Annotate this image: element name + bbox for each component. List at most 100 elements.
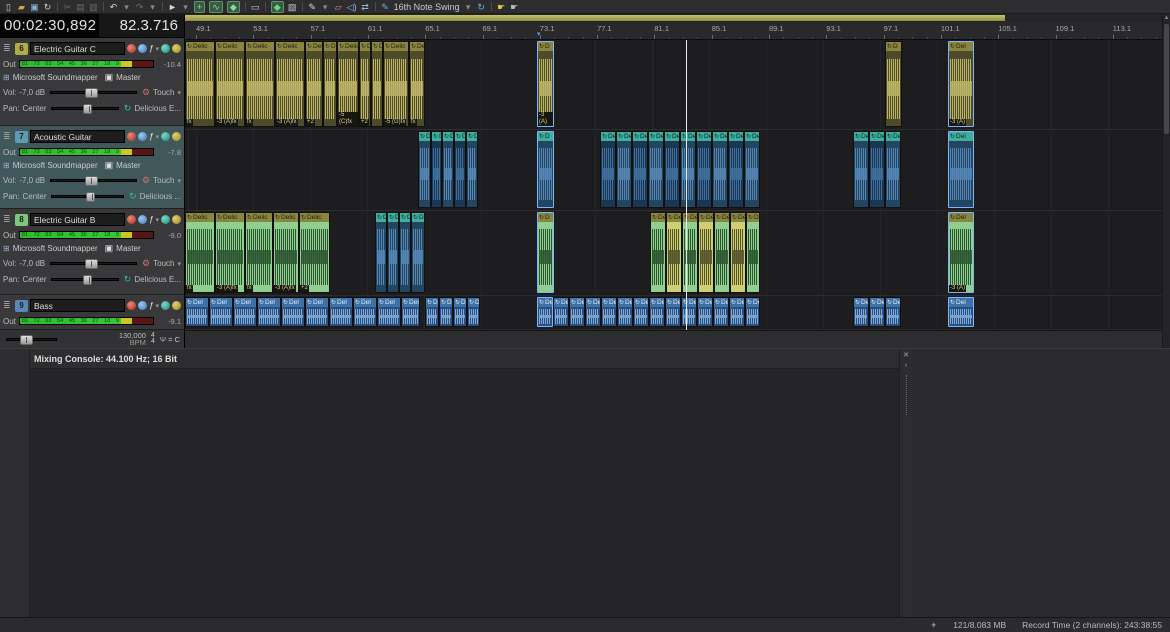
open-folder-icon[interactable]: ▰ xyxy=(17,1,26,13)
track-menu-icon[interactable]: ≣ xyxy=(3,300,13,311)
track-fx-chain-icon[interactable]: ↻ xyxy=(124,103,132,114)
pan-value[interactable]: Center xyxy=(22,275,46,284)
phase-icon[interactable] xyxy=(172,132,181,141)
audio-clip[interactable]: ↻Delic-3 (A)fx xyxy=(273,212,299,293)
redo-icon[interactable]: ↷ xyxy=(135,1,144,13)
audio-clip[interactable]: ↻Delic-5 (C)fx xyxy=(337,41,359,127)
audio-clip[interactable]: ↻De xyxy=(869,297,885,327)
audio-clip[interactable]: ↻Del xyxy=(233,297,257,327)
audio-clip[interactable]: ↻De xyxy=(729,297,745,327)
audio-clip[interactable]: ↻Delic-3 (A)fx xyxy=(215,212,245,293)
audio-clip[interactable]: ↻De xyxy=(696,131,712,208)
audio-clip[interactable]: ↻De xyxy=(569,297,585,327)
audio-clip[interactable]: ↻De xyxy=(632,131,648,208)
audio-clip[interactable]: ↻De xyxy=(713,297,729,327)
audio-clip[interactable]: ↻De xyxy=(853,297,869,327)
record-arm-icon[interactable] xyxy=(127,301,136,310)
loop-region-bar[interactable] xyxy=(185,14,1162,22)
automation-mode[interactable]: Touch xyxy=(153,176,174,185)
audio-clip[interactable]: ↻De xyxy=(439,297,453,327)
automation-gear-icon[interactable]: ⚙ xyxy=(142,87,150,98)
collapse-icon[interactable]: ‹ xyxy=(905,362,907,369)
bus-name[interactable]: Master xyxy=(116,244,140,253)
audio-clip[interactable]: ↻De xyxy=(682,212,698,293)
mute-icon[interactable] xyxy=(138,44,147,53)
audio-clip[interactable]: ↻Delic-3 (A)fx xyxy=(275,41,305,127)
audio-clip[interactable]: ↻De xyxy=(885,131,901,208)
audio-clip[interactable]: ↻D xyxy=(537,212,554,293)
audio-clip[interactable]: ↻Delicfx xyxy=(245,212,273,293)
phase-icon[interactable] xyxy=(172,215,181,224)
audio-clip[interactable]: ↻Del xyxy=(377,297,401,327)
audio-clip[interactable]: ↻De xyxy=(453,297,467,327)
audio-clip[interactable]: ↻De xyxy=(633,297,649,327)
audio-clip[interactable]: ↻De xyxy=(712,131,728,208)
audio-clip[interactable]: ↻D xyxy=(431,131,442,208)
undo-icon[interactable]: ↶ xyxy=(109,1,118,13)
pan-slider[interactable] xyxy=(51,278,118,281)
loop-region-fill[interactable] xyxy=(185,15,1005,21)
track-fx-icon[interactable]: ƒ xyxy=(149,132,153,141)
pencil-caret-icon[interactable]: ▾ xyxy=(321,1,330,13)
audio-clip[interactable]: ↻De xyxy=(681,297,697,327)
pan-scope-icon[interactable] xyxy=(161,215,170,224)
audio-clip[interactable]: ↻Del xyxy=(418,131,431,208)
save-icon[interactable]: ▣ xyxy=(30,1,39,13)
audio-clip[interactable]: ↻De xyxy=(666,212,682,293)
audio-clip[interactable]: ↻De xyxy=(885,297,901,327)
close-icon[interactable]: ✕ xyxy=(903,351,909,359)
speaker-tool-icon[interactable]: ◁) xyxy=(347,1,357,13)
groove-pool-icon[interactable]: ↻ xyxy=(477,1,486,13)
timeline-ruler[interactable]: 49.153.157.161.165.169.173.177.181.185.1… xyxy=(185,22,1162,40)
scrollbar-handle[interactable] xyxy=(1164,24,1169,134)
pan-handle[interactable] xyxy=(83,104,92,114)
audio-clip[interactable]: ↻D xyxy=(371,41,383,127)
audio-clip[interactable]: ↻De xyxy=(649,297,665,327)
device-name[interactable]: Microsoft Soundmapper xyxy=(13,161,98,170)
audio-clip[interactable]: ↻De xyxy=(853,131,869,208)
track-lane[interactable]: ↻Del↻D↻De↻De↻De↻D↻De↻De↻De↻De↻De↻De↻De↻D… xyxy=(185,130,1162,211)
pan-scope-icon[interactable] xyxy=(161,301,170,310)
paint-tool-icon[interactable]: ◆ xyxy=(227,1,240,13)
pan-value[interactable]: Center xyxy=(22,104,46,113)
audio-clip[interactable]: ↻Delic+2 xyxy=(299,212,330,293)
audio-clip[interactable]: ↻De xyxy=(387,212,399,293)
audio-clip[interactable]: ↻De xyxy=(537,297,553,327)
volume-handle[interactable] xyxy=(85,259,98,269)
audio-clip[interactable]: ↻De xyxy=(617,297,633,327)
volume-slider[interactable] xyxy=(50,91,137,94)
audio-clip[interactable]: ↻De xyxy=(454,131,466,208)
audio-clip[interactable]: ↻De xyxy=(869,131,885,208)
interleave-tool-icon[interactable]: ⇄ xyxy=(361,1,370,13)
audio-clip[interactable]: ↻De xyxy=(601,297,617,327)
automation-caret-icon[interactable]: ▾ xyxy=(177,177,181,185)
audio-clip[interactable]: ↻De xyxy=(650,212,666,293)
audio-clip[interactable]: ↻Delic-5 (G)fx xyxy=(383,41,409,127)
cut-icon[interactable]: ✂ xyxy=(63,1,72,13)
track-fx-caret-icon[interactable]: ▾ xyxy=(155,45,159,53)
track-header-electric-guitar-b[interactable]: ≣8Electric Guitar Bƒ▾Out8172635445362718… xyxy=(0,209,184,295)
audio-clip[interactable]: ↻Delfx xyxy=(409,41,425,127)
audio-clip[interactable]: ↻De xyxy=(553,297,569,327)
scroll-up-button[interactable]: ▲ xyxy=(1163,14,1170,23)
fx-chain-name[interactable]: Delicious E... xyxy=(134,275,181,284)
time-signature[interactable]: 44 xyxy=(151,333,155,346)
render-loop-icon[interactable]: ↻ xyxy=(43,1,52,13)
track-name-field[interactable]: Bass xyxy=(30,299,125,312)
automation-mode[interactable]: Touch xyxy=(153,88,174,97)
audio-clip[interactable]: ↻Delicfx xyxy=(185,41,215,127)
copy-icon[interactable]: ▤ xyxy=(76,1,85,13)
audio-clip[interactable]: ↻De xyxy=(730,212,746,293)
mute-icon[interactable] xyxy=(138,301,147,310)
audio-clip[interactable]: ↻Del xyxy=(329,297,353,327)
audio-clip[interactable]: ↻De xyxy=(648,131,664,208)
audio-clip[interactable]: ↻D-3 (A) xyxy=(537,41,554,127)
audio-clip[interactable]: ↻De xyxy=(375,212,387,293)
track-fx-icon[interactable]: ƒ xyxy=(149,215,153,224)
track-fx-icon[interactable]: ƒ xyxy=(149,44,153,53)
volume-slider[interactable] xyxy=(50,179,137,182)
track-header-electric-guitar-c[interactable]: ≣6Electric Guitar Cƒ▾Out8172635445362718… xyxy=(0,38,184,126)
vol-value[interactable]: -7,0 dB xyxy=(19,259,45,268)
undo-caret-icon[interactable]: ▾ xyxy=(122,1,131,13)
audio-clip[interactable]: ↻De xyxy=(744,131,760,208)
